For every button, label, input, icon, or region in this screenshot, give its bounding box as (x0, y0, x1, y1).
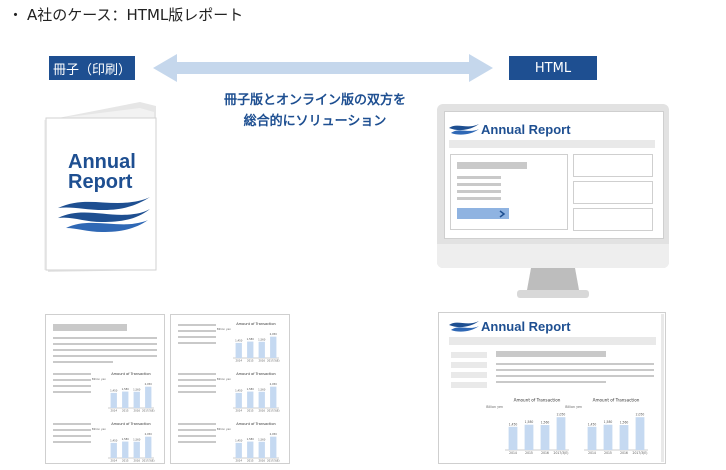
chart-bar (122, 391, 129, 408)
chart-bar (247, 391, 254, 408)
chart-bar (133, 441, 140, 458)
chart-tick-label: 2016 (134, 459, 141, 463)
chart-title: Amount of Transaction (236, 322, 276, 326)
chart-value-label: 1,450 (235, 338, 243, 342)
chart-tick-label: 2015 (247, 409, 254, 413)
chart-tick-label: 2014 (111, 459, 118, 463)
chart-title: Amount of Transaction (111, 422, 151, 426)
chart-value-label: 2,050 (557, 413, 566, 417)
chart-tick-label: 2015 (604, 451, 612, 455)
chart-title: Amount of Transaction (236, 372, 276, 376)
chart-bar (258, 341, 265, 358)
chart-ylabel: Billion yen (217, 327, 231, 331)
chart-bar (556, 417, 566, 450)
chart-bar (247, 341, 254, 358)
chart-value-label: 1,450 (509, 422, 518, 426)
chart-tick-label: 2014 (111, 409, 118, 413)
chart-tick-label: 2016 (259, 409, 266, 413)
chart-tick-label: 2017/3(E) (267, 409, 280, 413)
chart-bar (145, 436, 152, 458)
chart-bar (235, 342, 242, 358)
chart-tick-label: 2014 (509, 451, 517, 455)
chart-ylabel: Billion yen (565, 405, 582, 409)
chart-tick-label: 2016 (620, 451, 628, 455)
chart-value-label: 1,450 (235, 388, 243, 392)
chart-value-label: 1,450 (110, 438, 118, 442)
chart-value-label: 2,050 (270, 382, 278, 386)
chart-tick-label: 2015 (247, 459, 254, 463)
chart-bar (270, 386, 277, 408)
chart-tick-label: 2015 (247, 359, 254, 363)
chart-tick-label: 2017/3(E) (142, 409, 155, 413)
chart-tick-label: 2014 (588, 451, 596, 455)
chart-bar (270, 336, 277, 358)
chart-ylabel: Billion yen (92, 427, 106, 431)
chart-value-label: 1,450 (235, 438, 243, 442)
chart-bar (122, 441, 129, 458)
chart-value-label: 2,050 (270, 332, 278, 336)
chart-value-label: 1,560 (258, 337, 266, 341)
chart-tick-label: 2016 (259, 359, 266, 363)
chart-bar (110, 392, 117, 408)
chart-tick-label: 2015 (122, 459, 129, 463)
chart-value-label: 1,450 (110, 388, 118, 392)
chart-tick-label: 2014 (236, 459, 243, 463)
chart-value-label: 1,560 (541, 421, 550, 425)
chart-bar (247, 441, 254, 458)
chart-title: Amount of Transaction (593, 398, 640, 403)
chart-tick-label: 2014 (236, 409, 243, 413)
chart-value-label: 1,560 (133, 437, 141, 441)
chart-bar (145, 386, 152, 408)
chart-tick-label: 2017/3(E) (142, 459, 155, 463)
chart-value-label: 2,050 (145, 432, 153, 436)
chart-bar (235, 442, 242, 458)
chart-value-label: 1,560 (258, 387, 266, 391)
chart-bar (258, 441, 265, 458)
chart-bar (258, 391, 265, 408)
chart-value-label: 1,580 (247, 337, 255, 341)
chart-value-label: 1,580 (122, 387, 130, 391)
chart-bar (270, 436, 277, 458)
chart-ylabel: Billion yen (486, 405, 503, 409)
chart-bar (133, 391, 140, 408)
chart-tick-label: 2015 (122, 409, 129, 413)
chart-value-label: 1,450 (588, 422, 597, 426)
chart-tick-label: 2017/3(E) (267, 459, 280, 463)
chart-value-label: 1,580 (122, 437, 130, 441)
chart-tick-label: 2017/3(E) (267, 359, 280, 363)
chart-bar (110, 442, 117, 458)
chart-title: Amount of Transaction (111, 372, 151, 376)
chart-value-label: 1,580 (604, 420, 613, 424)
chart-bar (603, 424, 613, 450)
chart-ylabel: Billion yen (217, 377, 231, 381)
chart-title: Amount of Transaction (514, 398, 561, 403)
chart-bar (587, 426, 597, 450)
chart-value-label: 1,580 (525, 420, 534, 424)
chart-ylabel: Billion yen (92, 377, 106, 381)
chart-bar (508, 426, 518, 450)
chart-ylabel: Billion yen (217, 427, 231, 431)
chart-tick-label: 2014 (236, 359, 243, 363)
chart-tick-label: 2017/3(E) (554, 451, 569, 455)
chart-bar (235, 392, 242, 408)
chart-bar (524, 424, 534, 450)
chart-tick-label: 2015 (525, 451, 533, 455)
chart-value-label: 1,580 (247, 387, 255, 391)
chart-bar (619, 425, 629, 450)
charts-layer: Amount of Transaction Billion yen 1,450 201… (92, 322, 648, 463)
chart-value-label: 2,050 (270, 432, 278, 436)
chart-value-label: 2,050 (636, 413, 645, 417)
chart-title: Amount of Transaction (236, 422, 276, 426)
chart-tick-label: 2016 (134, 409, 141, 413)
chart-value-label: 1,560 (133, 387, 141, 391)
chart-value-label: 2,050 (145, 382, 153, 386)
chart-tick-label: 2016 (541, 451, 549, 455)
chart-bar (635, 417, 645, 450)
chart-value-label: 1,560 (258, 437, 266, 441)
chart-value-label: 1,560 (620, 421, 629, 425)
chart-bar (540, 425, 550, 450)
chart-tick-label: 2016 (259, 459, 266, 463)
chart-tick-label: 2017/3(E) (633, 451, 648, 455)
chart-value-label: 1,580 (247, 437, 255, 441)
